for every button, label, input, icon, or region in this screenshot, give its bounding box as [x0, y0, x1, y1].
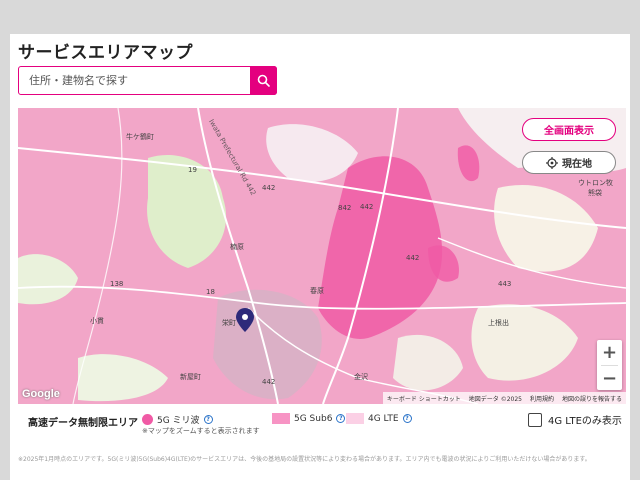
map-label-sakaemachi: 栄町: [222, 319, 236, 327]
search-icon: [257, 74, 270, 87]
map-label-route-842: 842: [338, 204, 352, 212]
help-icon[interactable]: ?: [402, 414, 412, 423]
map-label-harubara: 春原: [310, 287, 324, 295]
page-title: サービスエリアマップ: [18, 43, 193, 63]
legend: 高速データ無制限エリア 5G ミリ波 ? ※マップをズームすると表示されます 5…: [18, 405, 626, 445]
map-label-yanagihara: 楠原: [230, 243, 244, 251]
map-label-route-19: 19: [188, 166, 197, 174]
google-logo: Google: [22, 388, 60, 400]
map-data-text: 地図データ ©2025: [468, 395, 522, 403]
top-bar: [0, 0, 640, 34]
mmwave-swatch: [142, 414, 153, 425]
legend-label-sub6: 5G Sub6: [294, 413, 333, 424]
legend-label-lte: 4G LTE: [368, 413, 399, 424]
lte-swatch: [346, 413, 364, 424]
service-area-map[interactable]: 牛ケ鶴町 442 19 442 842 ウトロン牧 熊袋 楠原 138 18 4…: [18, 108, 626, 404]
map-label-kanazawa: 金沢: [354, 373, 368, 381]
page: サービスエリアマップ 住所・建物名で探す 牛ケ鶴町 442 19 442 842…: [0, 0, 640, 480]
terms-link[interactable]: 利用規約: [530, 394, 554, 403]
current-location-label: 現在地: [562, 159, 592, 170]
legend-title: 高速データ無制限エリア: [28, 418, 138, 429]
legend-label-mmwave: 5G ミリ波: [157, 416, 200, 426]
map-label-niiyamachi: 新屋町: [180, 373, 201, 381]
keyboard-shortcuts-link[interactable]: キーボード ショートカット: [387, 394, 461, 403]
map-attribution: キーボード ショートカット 地図データ ©2025 利用規約 地図の誤りを報告す…: [382, 392, 626, 404]
legend-item-5g-mmwave: 5G ミリ波 ?: [142, 413, 213, 426]
zoom-in-button[interactable]: +: [597, 340, 622, 365]
map-label-kamiizumi: 上根出: [488, 319, 509, 327]
search-button[interactable]: [250, 66, 277, 95]
sub6-swatch: [272, 413, 290, 424]
map-label-utoron: ウトロン牧: [578, 179, 613, 187]
map-label-route-443: 443: [498, 280, 512, 288]
zoom-note: ※マップをズームすると表示されます: [142, 427, 260, 435]
search-input[interactable]: [19, 67, 251, 94]
fullscreen-button[interactable]: 全画面表示: [522, 118, 616, 141]
map-label-route-442d: 442: [262, 378, 276, 386]
lte-only-toggle[interactable]: 4G LTEのみ表示: [528, 412, 622, 427]
map-label-route-138: 138: [110, 280, 124, 288]
help-icon[interactable]: ?: [203, 415, 213, 424]
map-label-kojiki: 小貫: [90, 317, 104, 325]
map-label-route-442c: 442: [406, 254, 420, 262]
map-label-ushikubi: 牛ケ鶴町: [126, 133, 154, 141]
legend-item-5g-sub6: 5G Sub6 ?: [272, 413, 346, 424]
zoom-control: + −: [597, 340, 622, 390]
footer-note: ※2025年1月時点のエリアです。5G(ミリ波)5G(Sub6)4G(LTE)の…: [18, 456, 591, 463]
search-box: [18, 66, 277, 95]
help-icon[interactable]: ?: [336, 414, 346, 423]
map-label-route-18: 18: [206, 288, 215, 296]
lte-only-checkbox[interactable]: [528, 412, 542, 427]
map-label-route-442: 442: [262, 184, 276, 192]
zoom-out-button[interactable]: −: [597, 366, 622, 391]
report-error-link[interactable]: 地図の誤りを報告する: [562, 394, 622, 403]
map-label-kumabukuro: 熊袋: [588, 189, 602, 197]
current-location-button[interactable]: 現在地: [522, 151, 616, 174]
lte-only-label: 4G LTEのみ表示: [548, 416, 622, 427]
crosshair-icon: [546, 156, 558, 169]
fullscreen-label: 全画面表示: [544, 126, 594, 137]
map-label-route-442b: 442: [360, 203, 374, 211]
legend-item-4g-lte: 4G LTE ?: [346, 413, 412, 424]
